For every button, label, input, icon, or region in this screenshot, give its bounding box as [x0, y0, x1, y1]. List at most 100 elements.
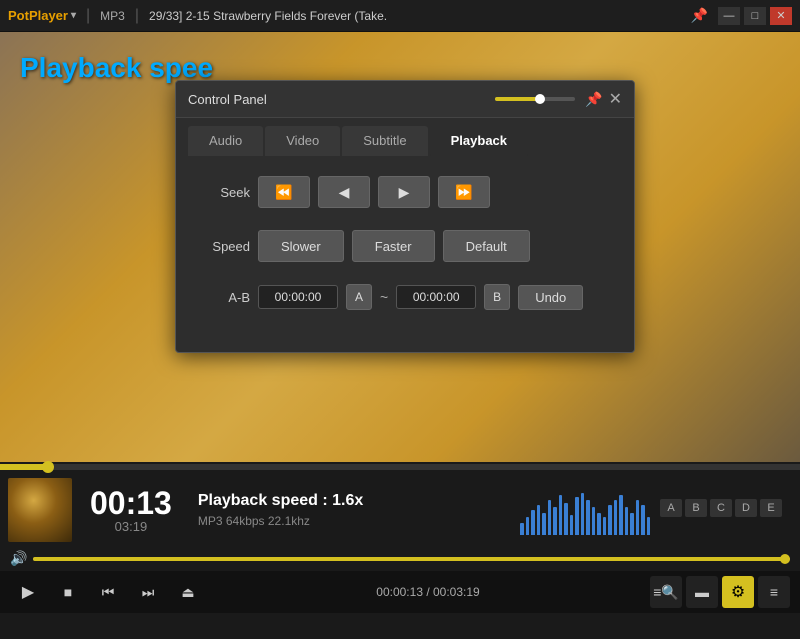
seek-back-fast-button[interactable]: ⏪ — [258, 176, 310, 208]
ab-start-input[interactable] — [258, 285, 338, 309]
time-counter: 00:00:13 / 00:03:19 — [376, 585, 479, 599]
spectrum-bar — [520, 523, 524, 535]
ab-row: A-B A ~ B Undo — [200, 284, 610, 310]
player-bottom: 00:13 03:19 Playback speed : 1.6x MP3 64… — [0, 464, 800, 639]
seek-forward-fast-button[interactable]: ⏩ — [438, 176, 490, 208]
spectrum-bar — [630, 513, 634, 535]
icon-d[interactable]: D — [735, 499, 757, 517]
spectrum-bar — [548, 500, 552, 535]
spectrum-bar — [559, 495, 563, 535]
tab-subtitle[interactable]: Subtitle — [342, 126, 427, 156]
spectrum-bar — [614, 500, 618, 535]
media-display-area: Playback spee Control Panel 📌 ✕ Audio Vi… — [0, 32, 800, 462]
spectrum-visualizer — [520, 485, 650, 535]
tab-audio[interactable]: Audio — [188, 126, 263, 156]
ab-end-input[interactable] — [396, 285, 476, 309]
progress-bar[interactable] — [0, 464, 800, 470]
player-icon-controls: A B C D E — [660, 499, 792, 517]
play-button[interactable]: ▶ — [10, 576, 46, 608]
faster-button[interactable]: Faster — [352, 230, 435, 262]
separator-1: | — [86, 7, 90, 25]
cp-close-icon[interactable]: ✕ — [609, 89, 622, 109]
volume-bar[interactable] — [33, 557, 790, 561]
time-display: 00:13 03:19 — [90, 487, 172, 534]
spectrum-bar — [586, 500, 590, 535]
logo-text: PotPlayer — [8, 8, 68, 23]
spectrum-bar — [570, 515, 574, 535]
total-time: 03:19 — [115, 519, 148, 534]
spectrum-bar — [625, 507, 629, 535]
volume-fill — [33, 557, 790, 561]
spectrum-bar — [603, 517, 607, 535]
info-bar: 00:13 03:19 Playback speed : 1.6x MP3 64… — [0, 470, 800, 550]
spectrum-bar — [581, 493, 585, 535]
ab-end-marker-button[interactable]: B — [484, 284, 510, 310]
prev-button[interactable]: ⏮ — [90, 576, 126, 608]
control-panel-header: Control Panel 📌 ✕ — [176, 81, 634, 118]
tab-video[interactable]: Video — [265, 126, 340, 156]
control-panel: Control Panel 📌 ✕ Audio Video Subtitle P… — [175, 80, 635, 353]
tab-playback[interactable]: Playback — [430, 126, 528, 156]
default-speed-button[interactable]: Default — [443, 230, 530, 262]
window-controls: 📌 — □ ✕ — [691, 7, 792, 25]
control-panel-title: Control Panel — [188, 92, 495, 107]
spectrum-bar — [553, 507, 557, 535]
current-time: 00:13 — [90, 487, 172, 519]
spectrum-bar — [641, 505, 645, 535]
progress-fill — [0, 464, 48, 470]
pin-icon[interactable]: 📌 — [691, 7, 708, 24]
playback-speed-text: Playback speed : 1.6x — [198, 492, 510, 510]
slower-button[interactable]: Slower — [258, 230, 344, 262]
speed-label: Speed — [200, 239, 250, 254]
spectrum-bar — [597, 513, 601, 535]
icon-c[interactable]: C — [710, 499, 732, 517]
ab-tilde: ~ — [380, 289, 388, 305]
app-logo[interactable]: PotPlayer ▾ — [8, 8, 76, 23]
spectrum-bar — [537, 505, 541, 535]
ab-start-marker-button[interactable]: A — [346, 284, 372, 310]
close-button[interactable]: ✕ — [770, 7, 792, 25]
main-controls-bar: ▶ ■ ⏮ ⏭ ⏏ 00:00:13 / 00:03:19 ≡🔍 ▬ ⚙ ≡ — [0, 571, 800, 613]
track-info: Playback speed : 1.6x MP3 64kbps 22.1khz — [198, 492, 510, 528]
spectrum-bar — [575, 497, 579, 535]
cp-slider-fill — [495, 97, 539, 101]
seek-back-button[interactable]: ◀ — [318, 176, 370, 208]
gear-button[interactable]: ⚙ — [722, 576, 754, 608]
speed-row: Speed Slower Faster Default — [200, 230, 610, 262]
spectrum-bar — [542, 513, 546, 535]
title-bar: PotPlayer ▾ | MP3 | 29/33] 2-15 Strawber… — [0, 0, 800, 32]
track-meta: MP3 64kbps 22.1khz — [198, 514, 510, 528]
maximize-button[interactable]: □ — [744, 7, 766, 25]
icon-b[interactable]: B — [685, 499, 707, 517]
stop-button[interactable]: ■ — [50, 576, 86, 608]
window-title: 29/33] 2-15 Strawberry Fields Forever (T… — [149, 9, 683, 23]
menu-button[interactable]: ≡ — [758, 576, 790, 608]
cp-slider[interactable] — [495, 97, 575, 101]
media-format: MP3 — [100, 9, 125, 23]
spectrum-bar — [564, 503, 568, 535]
next-button[interactable]: ⏭ — [130, 576, 166, 608]
icon-e[interactable]: E — [760, 499, 782, 517]
playlist-icon-button[interactable]: ≡🔍 — [650, 576, 682, 608]
seek-forward-button[interactable]: ▶ — [378, 176, 430, 208]
volume-icon: 🔊 — [10, 550, 27, 567]
progress-thumb — [42, 461, 54, 473]
cp-pin-icon[interactable]: 📌 — [585, 91, 602, 108]
control-panel-body: Seek ⏪ ◀ ▶ ⏩ Speed Slower Faster Default… — [176, 156, 634, 352]
album-art — [8, 478, 72, 542]
eject-button[interactable]: ⏏ — [170, 576, 206, 608]
undo-button[interactable]: Undo — [518, 285, 583, 310]
seek-row: Seek ⏪ ◀ ▶ ⏩ — [200, 176, 610, 208]
cp-slider-container[interactable] — [495, 97, 575, 101]
seek-label: Seek — [200, 185, 250, 200]
icon-a[interactable]: A — [660, 499, 682, 517]
spectrum-bar — [526, 517, 530, 535]
cp-slider-thumb — [535, 94, 545, 104]
spectrum-bar — [647, 517, 651, 535]
spectrum-bar — [636, 500, 640, 535]
minimize-button[interactable]: — — [718, 7, 740, 25]
control-panel-tabs: Audio Video Subtitle Playback — [176, 118, 634, 156]
spectrum-bar — [592, 507, 596, 535]
logo-dropdown-arrow[interactable]: ▾ — [71, 10, 76, 21]
subtitles-button[interactable]: ▬ — [686, 576, 718, 608]
